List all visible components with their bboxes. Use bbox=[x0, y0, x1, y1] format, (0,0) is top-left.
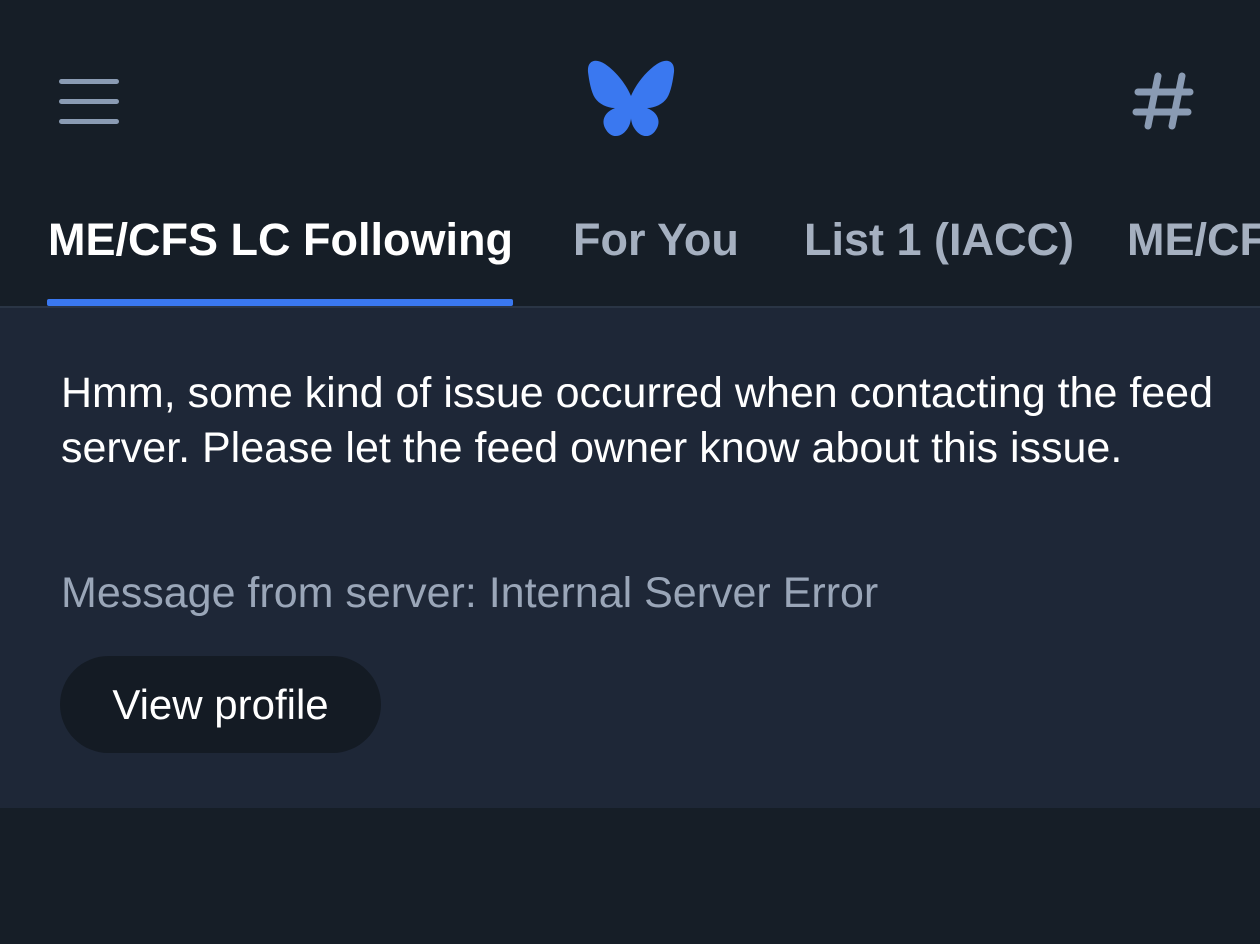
active-tab-indicator bbox=[47, 299, 513, 306]
tab-me-cfs-lc-following[interactable]: ME/CFS LC Following bbox=[48, 210, 513, 270]
tab-me-cfs[interactable]: ME/CFS bbox=[1127, 210, 1260, 270]
hash-feeds-button[interactable] bbox=[1124, 62, 1204, 142]
feed-tab-bar: ME/CFS LC Following For You List 1 (IACC… bbox=[0, 190, 1260, 308]
view-profile-button[interactable]: View profile bbox=[60, 656, 381, 753]
tab-list-1-iacc[interactable]: List 1 (IACC) bbox=[804, 210, 1074, 270]
app-root: ME/CFS LC Following For You List 1 (IACC… bbox=[0, 0, 1260, 944]
feed-error-message: Hmm, some kind of issue occurred when co… bbox=[61, 369, 1214, 472]
server-error-message: Message from server: Internal Server Err… bbox=[61, 569, 879, 617]
hash-icon bbox=[1132, 72, 1194, 130]
butterfly-logo-icon[interactable] bbox=[585, 58, 677, 140]
tab-for-you[interactable]: For You bbox=[573, 210, 739, 270]
feed-error-panel: Hmm, some kind of issue occurred when co… bbox=[0, 308, 1260, 808]
menu-button[interactable] bbox=[48, 66, 130, 136]
top-bar bbox=[0, 0, 1260, 190]
